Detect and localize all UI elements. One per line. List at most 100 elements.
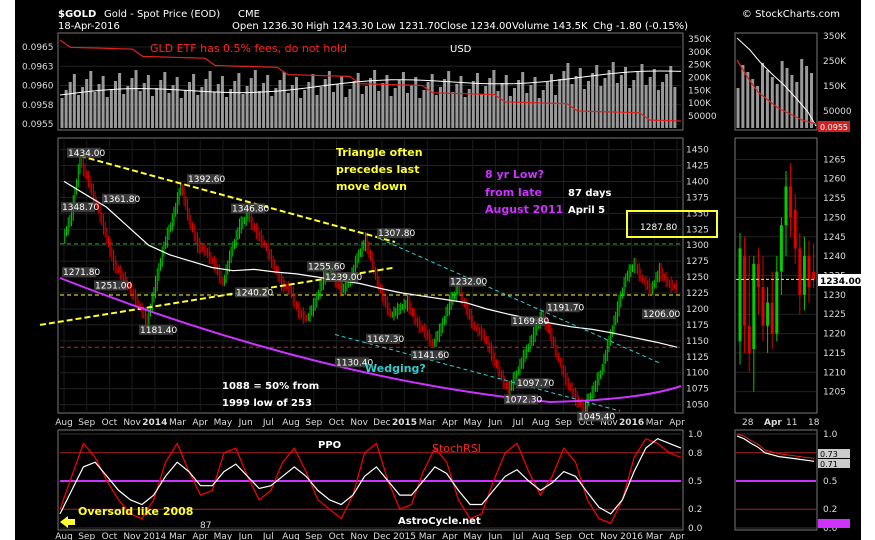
price-x-tick: Apr <box>669 418 685 428</box>
ppo-x-tick: Mar <box>646 532 663 540</box>
ppo-x-tick: Sep <box>305 532 322 540</box>
mini-stoch-tick: 1.0 <box>823 430 838 440</box>
fifty-note-2: 1999 low of 253 <box>222 398 312 409</box>
mini-stoch-tick: 0.2 <box>823 505 837 515</box>
low-value: Low 1231.70 <box>376 21 440 32</box>
candle-body <box>761 287 765 326</box>
price-x-tick: Aug <box>532 418 550 428</box>
ppo-label: PPO <box>318 440 341 451</box>
candle-body <box>770 302 774 334</box>
price-x-tick: 2016 <box>619 418 644 428</box>
volume-value: Volume 143.5K <box>512 21 588 32</box>
pivot-label: 1167.30 <box>367 335 404 345</box>
pivot-label: 1045.40 <box>578 413 615 423</box>
pivot-label: 1206.00 <box>643 310 680 320</box>
pivot-label: 1097.70 <box>517 379 554 389</box>
usd-label: USD <box>450 44 472 55</box>
mini-stoch-tick: 0.5 <box>823 477 837 487</box>
usd-tag-text: 0.0955 <box>820 123 848 132</box>
price-y-tick: 1300 <box>686 241 709 251</box>
mini-price-tick: 1225 <box>823 310 846 320</box>
stoch-tag-2-text: 0.71 <box>820 460 838 469</box>
price-x-tick: Nov <box>123 418 141 428</box>
high-value: High 1243.30 <box>306 21 374 32</box>
price-y-tick: 1100 <box>686 369 709 379</box>
pivot-label: 1251.00 <box>95 281 132 291</box>
chart-canvas: $GOLD Gold - Spot Price (EOD) CME 18-Apr… <box>0 0 875 540</box>
candle-body <box>766 302 770 326</box>
candle-body <box>798 248 802 295</box>
price-x-tick: Aug <box>282 418 300 428</box>
pivot-label: 1255.60 <box>308 263 345 273</box>
volume-y-tick: 150K <box>688 86 712 96</box>
ppo-x-tick: Jul <box>512 532 524 540</box>
ppo-x-tick: Sep <box>555 532 572 540</box>
mini-price-tick: 1215 <box>823 349 846 359</box>
ppo-x-tick: Mar <box>169 532 186 540</box>
site-label: AstroCycle.net <box>398 516 481 527</box>
ppo-x-tick: Nov <box>123 532 141 540</box>
watermark: © StockCharts.com <box>742 9 840 20</box>
pivot-label: 1232.00 <box>450 278 487 288</box>
price-y-tick: 1200 <box>686 305 709 315</box>
mini-volume-tick: 250K <box>823 57 847 67</box>
mini-price-tick: 1245 <box>823 233 846 243</box>
price-tag-text: 1234.00 <box>820 277 861 287</box>
ppo-x-tick: Mar <box>419 532 436 540</box>
ppo-x-tick: Oct <box>102 532 118 540</box>
pivot-label: 1346.80 <box>232 204 269 214</box>
volume-y-tick: 100K <box>688 99 712 109</box>
ppo-x-tick: Oct <box>578 532 594 540</box>
ppo-x-tick: Jun <box>487 532 502 540</box>
price-x-tick: May <box>214 418 233 428</box>
stochrsi-label: StochRSI <box>432 442 481 455</box>
price-x-tick: Mar <box>646 418 663 428</box>
mini-x-tick: 18 <box>808 418 820 428</box>
price-y-tick: 1400 <box>686 177 709 187</box>
ppo-x-tick: Apr <box>192 532 208 540</box>
ppo-x-tick: Dec <box>373 532 390 540</box>
volume-y-tick: 200K <box>688 74 712 84</box>
ppo-x-tick: Aug <box>532 532 550 540</box>
days-note-2: April 5 <box>568 205 605 216</box>
mini-x-tick: 28 <box>742 418 754 428</box>
price-y-tick: 1150 <box>686 337 709 347</box>
price-x-tick: Mar <box>419 418 436 428</box>
date: 18-Apr-2016 <box>58 21 120 32</box>
ppo-x-tick: Nov <box>350 532 368 540</box>
usd-y-tick: 0.0958 <box>22 101 54 111</box>
days-note-1: 87 days <box>568 188 612 199</box>
pivot-label: 1271.80 <box>63 268 100 278</box>
price-x-tick: Sep <box>555 418 572 428</box>
candle-body <box>756 263 760 288</box>
price-x-tick: Apr <box>442 418 458 428</box>
candle-body <box>812 271 816 280</box>
candle-body <box>802 256 806 295</box>
candle-body <box>747 325 751 353</box>
candle-body <box>738 248 742 342</box>
fifty-note-1: 1088 = 50% from <box>222 381 319 392</box>
price-y-tick: 1450 <box>686 146 709 156</box>
stoch-tag-1-text: 0.73 <box>820 450 838 459</box>
volume-y-tick: 250K <box>688 61 712 71</box>
candle-body <box>779 225 783 272</box>
ppo-y-tick: 0.8 <box>688 449 703 459</box>
price-x-tick: Mar <box>169 418 186 428</box>
ppo-y-tick: 0.5 <box>688 477 702 487</box>
candle-body <box>793 209 797 249</box>
mini-price-tick: 1260 <box>823 175 846 185</box>
price-x-tick: Jul <box>512 418 524 428</box>
price-x-tick: May <box>463 418 482 428</box>
price-x-tick: Jul <box>262 418 274 428</box>
mini-price-tick: 1205 <box>823 388 846 398</box>
mini-price-tick: 1255 <box>823 194 846 204</box>
mini-stoch-tag <box>818 519 850 528</box>
candle-body <box>752 263 756 350</box>
triangle-note-1: Triangle often <box>336 146 423 159</box>
candle-body <box>789 186 793 218</box>
ppo-x-tick: Aug <box>55 532 73 540</box>
price-y-tick: 1375 <box>686 193 709 203</box>
wedging-note: Wedging? <box>365 362 426 375</box>
mini-volume-tick: 50000 <box>823 107 852 117</box>
pivot-label: 1191.70 <box>547 303 584 313</box>
